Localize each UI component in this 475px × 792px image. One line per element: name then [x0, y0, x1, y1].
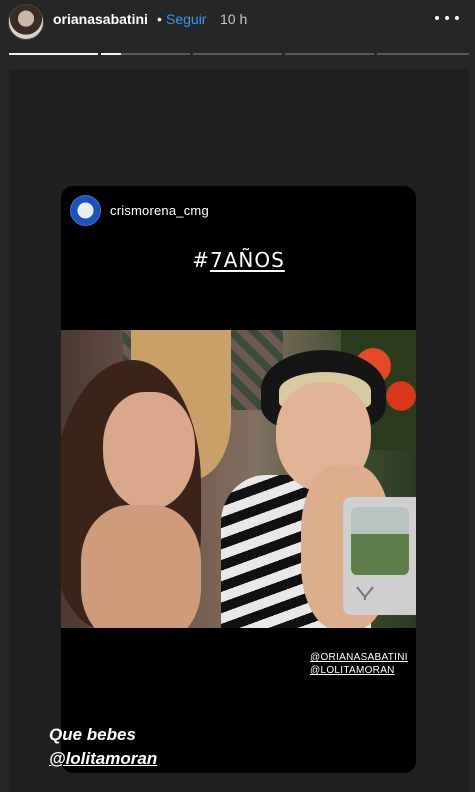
story-photo [61, 330, 416, 628]
progress-segment [377, 53, 469, 55]
more-options-icon[interactable] [432, 6, 462, 30]
follow-button[interactable]: Seguir [166, 11, 206, 27]
tv-prop [343, 497, 416, 615]
hashtag-sticker[interactable]: #7AÑOS [61, 248, 416, 272]
timestamp: 10 h [220, 11, 248, 27]
progress-segment [9, 53, 98, 55]
repost-username[interactable]: crismorena_cmg [110, 203, 209, 218]
tv-antenna-icon [356, 586, 374, 600]
tv-screen [351, 507, 409, 575]
repost-avatar[interactable] [70, 195, 101, 226]
separator-dot: • [157, 11, 162, 27]
photo-left-arm [81, 505, 201, 628]
story-progress [9, 53, 469, 56]
mention-stickers: @ORIANASABATINI @LOLITAMORAN [310, 651, 408, 677]
hashtag-prefix: # [192, 248, 210, 272]
progress-segment [285, 53, 374, 55]
reposted-story-card[interactable]: crismorena_cmg #7AÑOS @ORIANASABATINI @L… [61, 186, 416, 773]
mention-lolita[interactable]: @LOLITAMORAN [310, 664, 408, 677]
progress-fill [101, 53, 121, 55]
mention-oriana[interactable]: @ORIANASABATINI [310, 651, 408, 664]
progress-segment [101, 53, 190, 55]
caption-mention[interactable]: @lolitamoran [49, 747, 157, 771]
progress-segment [193, 53, 282, 55]
hashtag-text: 7AÑOS [209, 248, 285, 272]
story-caption: Que bebes @lolitamoran [49, 723, 157, 771]
photo-left-face [103, 392, 195, 510]
progress-fill [9, 53, 98, 55]
caption-line-1: Que bebes [49, 725, 136, 744]
username[interactable]: orianasabatini [53, 11, 148, 27]
story-header: orianasabatini • Seguir 10 h [0, 0, 475, 44]
avatar[interactable] [8, 4, 44, 40]
